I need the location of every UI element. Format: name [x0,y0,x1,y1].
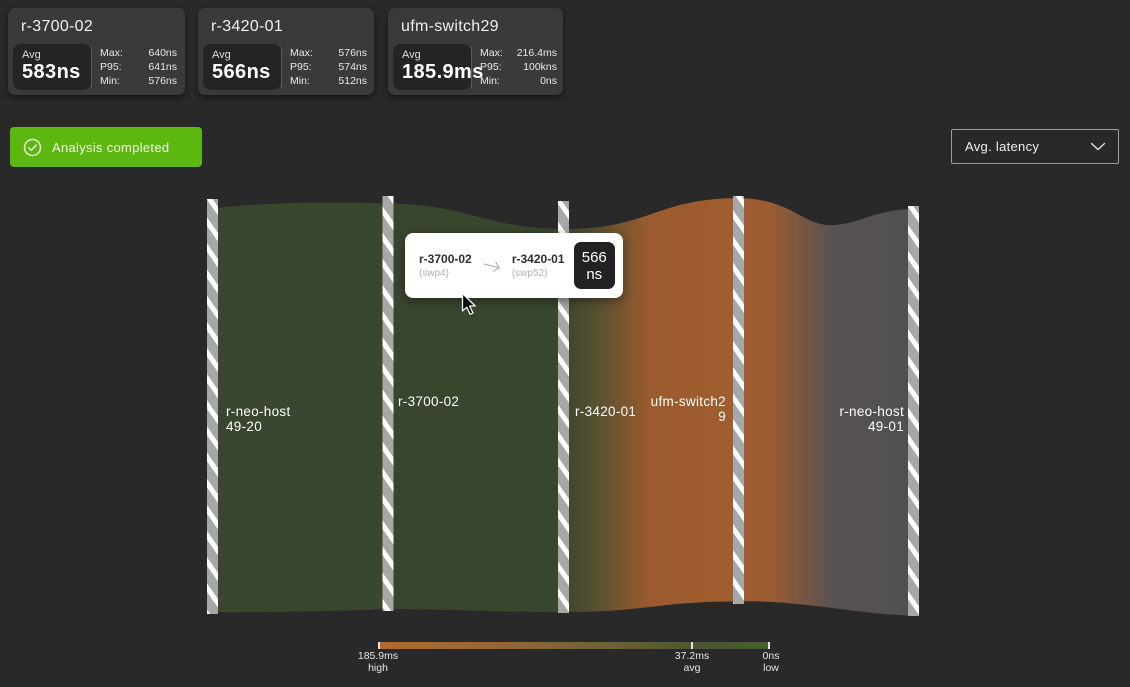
node-label-ufm-switch29: ufm-switch29 [648,394,726,424]
source-name: r-3700-02 [419,252,472,266]
scale-tick-low [768,642,770,649]
latency-flow-diagram [0,0,1130,687]
node-label-r-3700-02: r-3700-02 [398,394,459,409]
flow-node-bar-r-neo-host-49-01[interactable] [908,206,919,616]
scale-label-low: 0ns low [739,651,803,674]
scale-value: 0ns [739,651,803,662]
arrow-right-icon [481,257,503,275]
tooltip-source: r-3700-02 (swp4) [419,252,472,279]
mouse-cursor-icon [460,292,480,317]
node-label-r-neo-host-49-01: r-neo-host 49-01 [814,404,904,434]
latency-value-badge: 566 ns [574,242,615,289]
flow-node-bar-r-3700-02[interactable] [383,196,394,611]
scale-desc: high [346,663,410,674]
latency-unit: ns [586,266,602,283]
flow-node-bar-r-neo-host-49-20[interactable] [207,199,218,614]
node-label-r-neo-host-49-20: r-neo-host 49-20 [226,404,291,434]
scale-tick-high [378,642,380,649]
link-latency-tooltip: r-3700-02 (swp4) r-3420-01 (swp52) 566 n… [405,233,623,298]
scale-label-high: 185.9ms high [346,651,410,674]
scale-desc: avg [660,663,724,674]
scale-tick-avg [691,642,693,649]
target-port: (swp52) [512,268,565,279]
scale-value: 185.9ms [346,651,410,662]
tooltip-target: r-3420-01 (swp52) [512,252,565,279]
latency-analysis-page: r-3700-02 Avg 583ns Max: 640ns P95: 641n… [0,0,1130,687]
scale-value: 37.2ms [660,651,724,662]
latency-value: 566 [582,249,607,266]
flow-node-bar-ufm-switch29[interactable] [733,196,744,604]
source-port: (swp4) [419,268,472,279]
scale-desc: low [739,663,803,674]
target-name: r-3420-01 [512,252,565,266]
scale-label-avg: 37.2ms avg [660,651,724,674]
node-label-r-3420-01: r-3420-01 [575,404,636,419]
latency-color-scale [378,642,770,649]
